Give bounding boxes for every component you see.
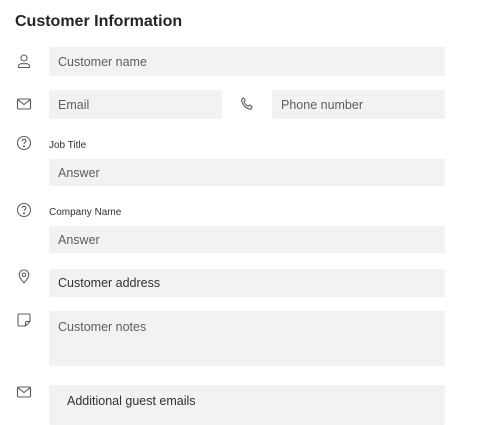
phone-number-input[interactable]: Phone number xyxy=(272,90,445,119)
company-name-input[interactable]: Answer xyxy=(49,226,445,253)
customer-address-input[interactable]: Customer address xyxy=(49,269,445,297)
location-icon xyxy=(16,268,32,284)
customer-name-input[interactable]: Customer name xyxy=(49,47,445,76)
company-name-label: Company Name xyxy=(49,207,122,218)
email-input[interactable]: Email xyxy=(49,90,222,119)
question-icon xyxy=(16,135,32,151)
mail-icon xyxy=(16,384,32,400)
job-title-input[interactable]: Answer xyxy=(49,159,445,186)
additional-guest-emails-input[interactable]: Additional guest emails xyxy=(49,385,445,425)
customer-notes-textarea[interactable]: Customer notes xyxy=(49,311,445,366)
person-icon xyxy=(16,53,32,69)
section-title: Customer Information xyxy=(15,13,183,30)
phone-icon xyxy=(239,96,255,112)
note-icon xyxy=(16,312,32,328)
mail-icon xyxy=(16,96,32,112)
job-title-label: Job Title xyxy=(49,140,87,151)
question-icon xyxy=(16,202,32,218)
